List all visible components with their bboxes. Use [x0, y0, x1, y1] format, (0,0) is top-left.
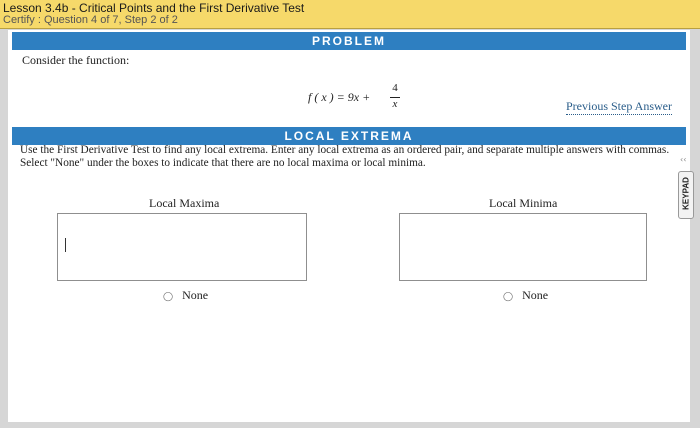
radio-button-icon[interactable]: ◯: [503, 292, 513, 302]
local-extrema-header: LOCAL EXTREMA: [12, 127, 686, 145]
question-progress: Certify : Question 4 of 7, Step 2 of 2: [3, 14, 178, 26]
none-minima-option[interactable]: ◯ None: [503, 288, 548, 303]
none-maxima-option[interactable]: ◯ None: [163, 288, 208, 303]
none-maxima-label: None: [182, 288, 209, 302]
local-maxima-input[interactable]: [57, 213, 307, 281]
formula-lhs: f ( x ) = 9x +: [308, 90, 371, 104]
local-minima-label: Local Minima: [489, 196, 558, 210]
local-maxima-label: Local Maxima: [149, 196, 220, 210]
text-caret: [65, 238, 66, 252]
keypad-label: KEYPAD: [681, 177, 691, 210]
problem-intro: Consider the function:: [22, 53, 130, 67]
keypad-toggle-button[interactable]: KEYPAD: [678, 171, 694, 219]
previous-step-answer-link[interactable]: Previous Step Answer: [566, 99, 672, 115]
problem-header: PROBLEM: [12, 32, 686, 50]
local-minima-input[interactable]: [399, 213, 647, 281]
arrow-icon[interactable]: ‹‹: [680, 155, 686, 164]
none-minima-label: None: [522, 288, 549, 302]
fraction-numerator: 4: [392, 82, 398, 94]
content-panel: PROBLEM Consider the function: f ( x ) =…: [8, 30, 694, 422]
lesson-title: Lesson 3.4b - Critical Points and the Fi…: [3, 1, 305, 15]
radio-button-icon[interactable]: ◯: [163, 292, 173, 302]
instructions-text: Use the First Derivative Test to find an…: [20, 144, 670, 169]
title-bar: Lesson 3.4b - Critical Points and the Fi…: [0, 0, 700, 29]
fraction-denominator: x: [392, 98, 398, 110]
